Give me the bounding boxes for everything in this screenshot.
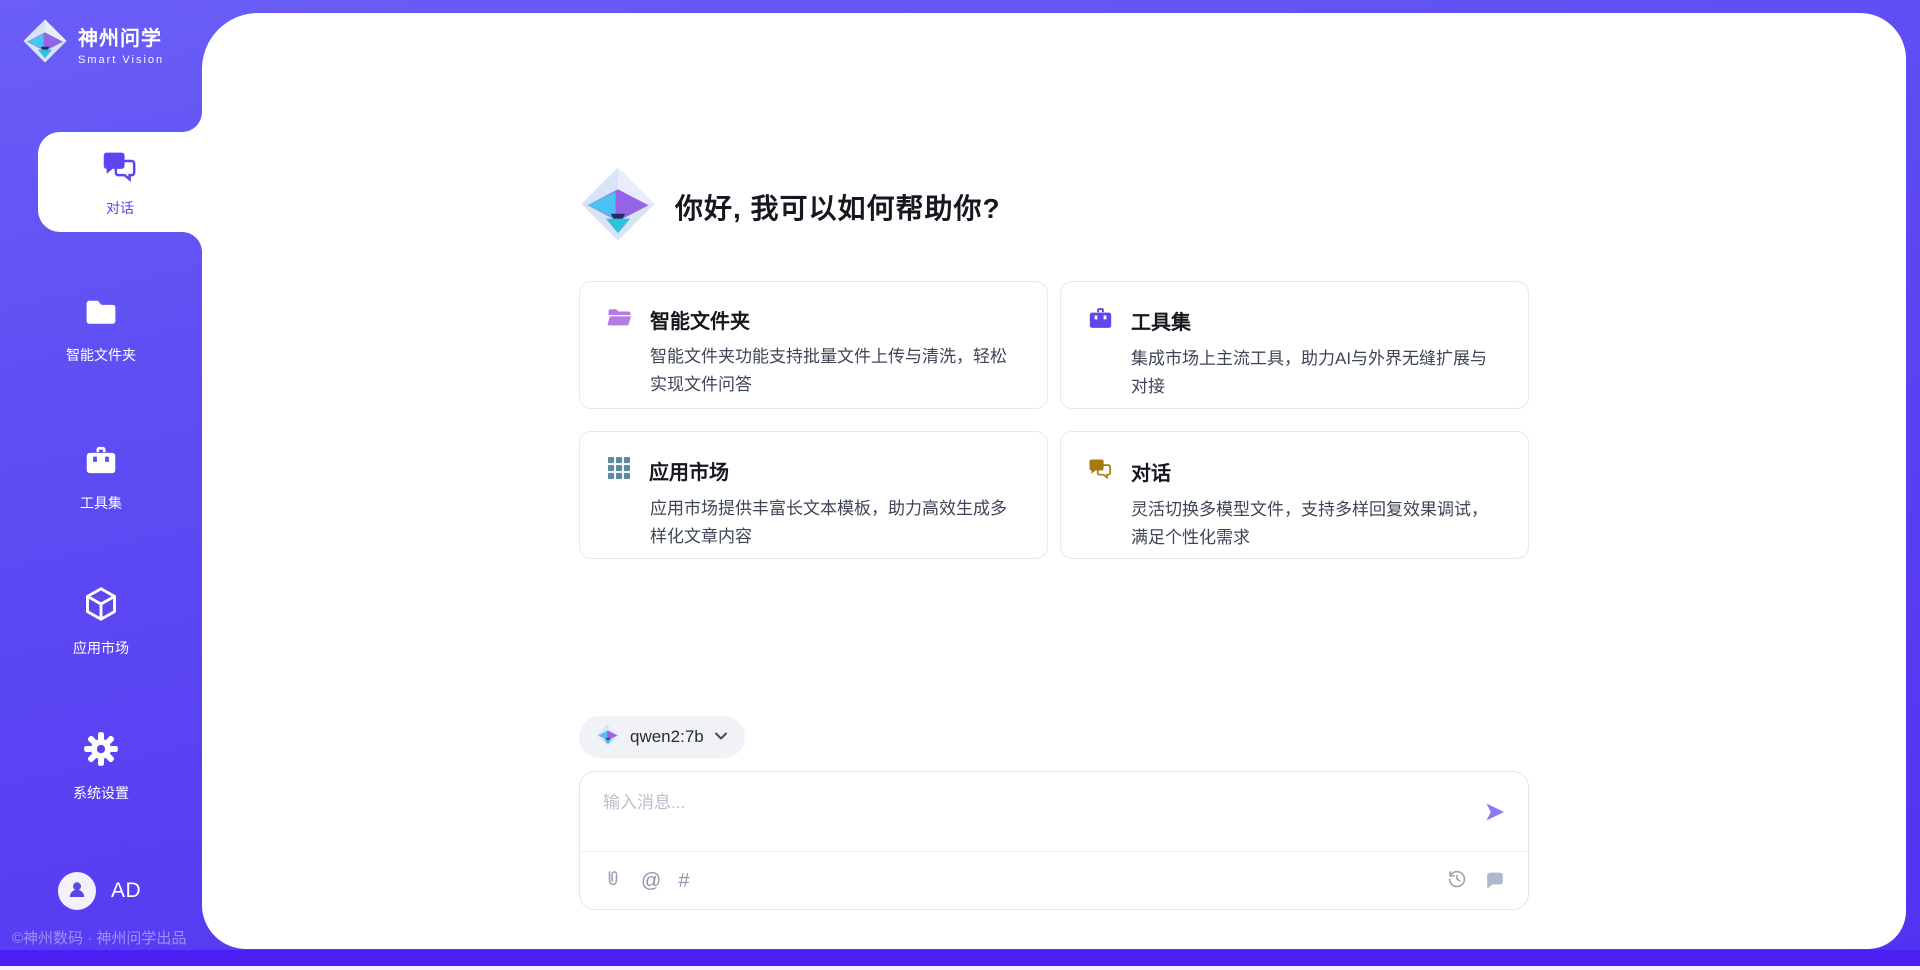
sidebar-item-settings[interactable]: 系统设置 [0,731,202,803]
model-selector[interactable]: qwen2:7b [579,716,745,758]
chat-bubbles-icon [100,146,140,189]
mention-button[interactable]: @ [641,871,661,891]
sidebar-item-label: 工具集 [80,493,122,513]
sidebar-item-app-market[interactable]: 应用市场 [0,586,202,658]
sidebar-item-label: 对话 [106,198,134,218]
composer-toolbar: @ # [580,851,1528,909]
card-title: 应用市场 [649,456,729,485]
horizontal-scrollbar-track[interactable] [0,966,1920,970]
bottom-strip [0,950,1920,966]
folder-open-icon [606,305,633,334]
model-name: qwen2:7b [630,727,704,747]
toolbox-icon [1087,305,1114,336]
composer: @ # [579,771,1529,910]
topic-button[interactable]: # [678,871,689,891]
sidebar-item-label: 系统设置 [73,783,129,803]
sidebar-item-smart-folder[interactable]: 智能文件夹 [0,296,202,365]
send-icon [1483,812,1507,827]
greeting-title: 你好, 我可以如何帮助你? [675,187,1001,227]
history-icon [1446,868,1468,894]
sidebar-item-chat[interactable]: 对话 [38,132,202,232]
diamond-logo-icon [579,165,657,248]
card-toolbox[interactable]: 工具集 集成市场上主流工具，助力AI与外界无缝扩展与对接 [1060,281,1529,409]
paperclip-icon [602,868,624,894]
chevron-down-icon [714,728,728,746]
card-description: 智能文件夹功能支持批量文件上传与清洗，轻松实现文件问答 [650,343,1021,399]
avatar[interactable] [58,872,96,910]
toolbox-icon [83,443,119,480]
diamond-logo-icon [596,723,620,752]
diamond-logo-icon [22,18,68,69]
greeting: 你好, 我可以如何帮助你? [579,165,1529,248]
card-chat[interactable]: 对话 灵活切换多模型文件，支持多样回复效果调试，满足个性化需求 [1060,431,1529,559]
sidebar-item-label: 应用市场 [73,638,129,658]
history-button[interactable] [1446,868,1468,894]
card-title: 对话 [1131,457,1171,486]
grid-icon [606,455,632,486]
gear-icon [83,731,119,770]
new-message-button[interactable] [1484,868,1506,894]
card-smart-folder[interactable]: 智能文件夹 智能文件夹功能支持批量文件上传与清洗，轻松实现文件问答 [579,281,1048,409]
card-description: 集成市场上主流工具，助力AI与外界无缝扩展与对接 [1131,345,1502,401]
at-sign-icon: @ [641,871,661,891]
card-description: 应用市场提供丰富长文本模板，助力高效生成多样化文章内容 [650,495,1021,551]
message-input[interactable] [603,788,1453,843]
sidebar-item-label: 智能文件夹 [66,345,136,365]
card-title: 智能文件夹 [650,305,750,334]
hash-icon: # [678,871,689,891]
brand-subtitle: Smart Vision [78,54,164,66]
card-app-market[interactable]: 应用市场 应用市场提供丰富长文本模板，助力高效生成多样化文章内容 [579,431,1048,559]
sidebar-item-toolbox[interactable]: 工具集 [0,443,202,513]
card-title: 工具集 [1131,306,1191,335]
copyright-text: ©神州数码 · 神州问学出品 [12,927,186,948]
message-icon [1484,868,1506,894]
sidebar: 神州问学 Smart Vision 对话 智能文件夹 [0,0,202,950]
user-initials: AD [111,879,141,903]
main-panel: 你好, 我可以如何帮助你? 智能文件夹 [202,13,1906,949]
brand: 神州问学 Smart Vision [22,18,164,69]
cube-icon [83,586,119,625]
user-row: AD [58,872,141,910]
brand-name: 神州问学 [78,22,164,51]
attach-button[interactable] [602,868,624,894]
chat-bubbles-icon [1087,455,1114,487]
folder-icon [83,296,119,332]
app-root: 神州问学 Smart Vision 对话 智能文件夹 [0,0,1920,950]
card-description: 灵活切换多模型文件，支持多样回复效果调试，满足个性化需求 [1131,496,1502,552]
feature-cards: 智能文件夹 智能文件夹功能支持批量文件上传与清洗，轻松实现文件问答 [579,281,1529,559]
person-icon [65,877,89,906]
send-button[interactable] [1482,800,1508,826]
